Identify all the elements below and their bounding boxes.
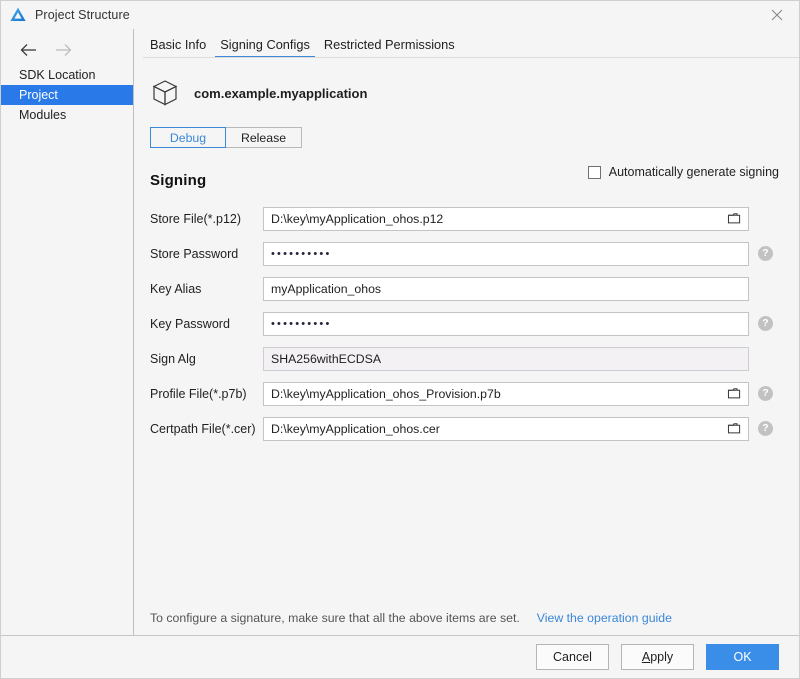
package-cube-icon [148,76,182,110]
field-row-profile-file: Profile File(*.p7b) D:\key\myApplication… [134,376,799,411]
label-store-password: Store Password [150,246,239,261]
close-icon[interactable] [755,1,799,29]
package-row: com.example.myapplication [134,58,799,110]
operation-guide-link[interactable]: View the operation guide [537,611,672,625]
field-row-key-alias: Key Alias myApplication_ohos ? [134,271,799,306]
field-row-key-password: Key Password •••••••••• ? [134,306,799,341]
tab-signing-configs[interactable]: Signing Configs [213,37,317,58]
browse-profile-file-folder-icon[interactable] [720,383,748,405]
help-icon-store-password[interactable]: ? [758,246,773,261]
label-key-password: Key Password [150,316,230,331]
field-row-certpath-file: Certpath File(*.cer) D:\key\myApplicatio… [134,411,799,446]
input-store-password[interactable]: •••••••••• [263,241,749,266]
tab-signing-configs-label: Signing Configs [220,37,310,52]
field-row-sign-alg: Sign Alg SHA256withECDSA ? [134,341,799,376]
apply-label-rest: pply [650,650,674,664]
build-variant-row: Debug Release [134,110,799,148]
input-certpath-file[interactable]: D:\key\myApplication_ohos.cer [263,416,749,441]
input-profile-file[interactable]: D:\key\myApplication_ohos_Provision.p7b [263,381,749,406]
field-row-store-password: Store Password •••••••••• ? [134,236,799,271]
label-key-alias: Key Alias [150,281,202,296]
apply-mnemonic: A [641,650,651,664]
value-key-password: •••••••••• [271,317,332,330]
input-sign-alg: SHA256withECDSA [263,346,749,371]
signing-form: Store File(*.p12) D:\key\myApplication_o… [134,189,799,446]
field-row-store-file: Store File(*.p12) D:\key\myApplication_o… [134,201,799,236]
sidebar-item-project[interactable]: Project [1,85,133,105]
build-variant-toggle: Debug Release [150,127,302,148]
cancel-button[interactable]: Cancel [536,644,609,670]
project-structure-dialog: Project Structure SDK Location Project M… [0,0,800,679]
input-key-password[interactable]: •••••••••• [263,311,749,336]
tab-restricted-permissions[interactable]: Restricted Permissions [317,37,462,58]
help-icon-profile-file[interactable]: ? [758,386,773,401]
label-sign-alg: Sign Alg [150,351,196,366]
tab-basic-info[interactable]: Basic Info [143,37,213,58]
title-bar: Project Structure [1,1,799,29]
auto-generate-signing-checkbox[interactable] [587,165,601,179]
auto-generate-signing-row[interactable]: Automatically generate signing [587,165,779,179]
tab-bar: Basic Info Signing Configs Restricted Pe… [134,29,799,58]
deveco-logo-icon [9,6,27,24]
value-profile-file: D:\key\myApplication_ohos_Provision.p7b [271,386,501,401]
sidebar-item-sdk-location[interactable]: SDK Location [1,65,133,85]
value-certpath-file: D:\key\myApplication_ohos.cer [271,421,440,436]
input-store-file[interactable]: D:\key\myApplication_ohos.p12 [263,206,749,231]
value-store-password: •••••••••• [271,247,332,260]
hint-text: To configure a signature, make sure that… [150,611,520,625]
input-key-alias[interactable]: myApplication_ohos [263,276,749,301]
sidebar: SDK Location Project Modules [1,29,134,635]
value-store-file: D:\key\myApplication_ohos.p12 [271,211,444,226]
package-name: com.example.myapplication [194,85,368,101]
tab-bar-divider [143,57,799,58]
arrow-left-icon[interactable] [19,41,39,59]
label-certpath-file: Certpath File(*.cer) [150,421,256,436]
arrow-right-icon [53,41,73,59]
ok-button[interactable]: OK [706,644,779,670]
hint-row: To configure a signature, make sure that… [150,611,672,625]
auto-generate-signing-label: Automatically generate signing [608,165,779,179]
dialog-body: SDK Location Project Modules Basic Info … [1,29,799,635]
tab-restricted-permissions-label: Restricted Permissions [323,37,455,52]
build-variant-debug[interactable]: Debug [150,127,226,148]
window-title: Project Structure [35,8,130,22]
tab-basic-info-label: Basic Info [150,37,207,52]
content-panel: Basic Info Signing Configs Restricted Pe… [134,29,799,635]
help-icon-certpath-file[interactable]: ? [758,421,773,436]
build-variant-release[interactable]: Release [226,127,302,148]
apply-button[interactable]: Apply [621,644,694,670]
value-sign-alg: SHA256withECDSA [271,351,382,366]
help-icon-key-password[interactable]: ? [758,316,773,331]
value-key-alias: myApplication_ohos [271,281,382,296]
label-store-file: Store File(*.p12) [150,211,242,226]
label-profile-file: Profile File(*.p7b) [150,386,247,401]
browse-certpath-file-folder-icon[interactable] [720,418,748,440]
dialog-footer: Cancel Apply OK [1,635,799,678]
sidebar-item-modules[interactable]: Modules [1,105,133,125]
nav-arrows [1,39,133,65]
browse-store-file-folder-icon[interactable] [720,208,748,230]
